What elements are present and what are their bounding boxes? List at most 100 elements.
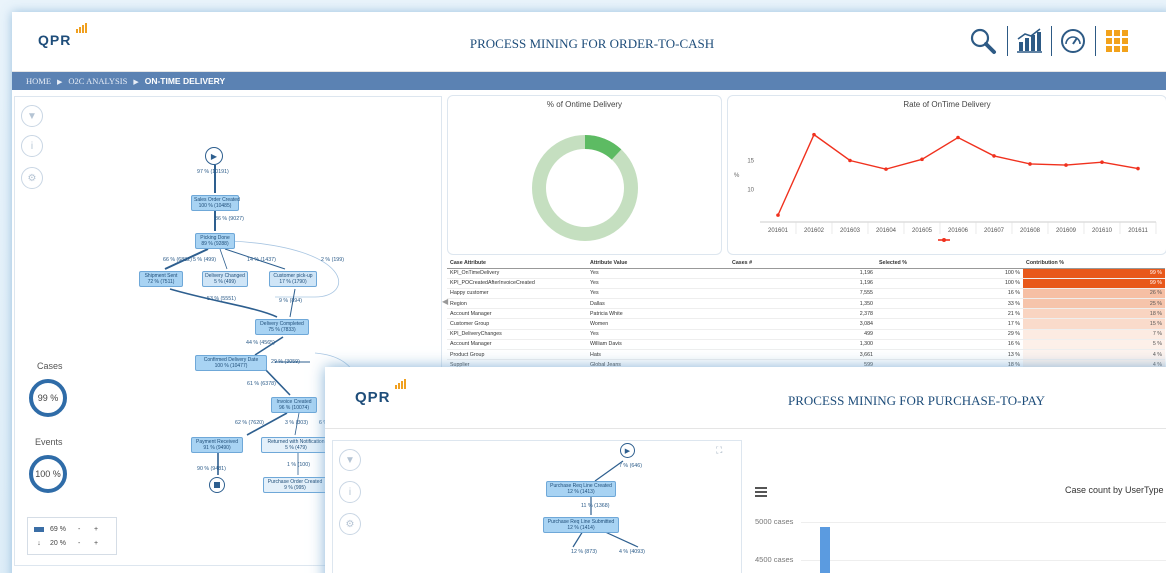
cell-case-attribute: KPI_OnTimeDelivery: [447, 268, 587, 279]
second-app-title: PROCESS MINING FOR PURCHASE-TO-PAY: [788, 393, 1046, 408]
breadcrumb-current: ON-TIME DELIVERY: [144, 76, 226, 86]
node-delivery-completed[interactable]: Delivery Completed 75 % (7833): [255, 319, 309, 335]
col-attribute-value[interactable]: Attribute Value: [587, 259, 729, 269]
line-chart[interactable]: 10 15% 201601 201602 201603 201604 201605 20160…: [728, 106, 1166, 256]
data-point[interactable]: [1100, 160, 1104, 165]
cell-attribute-value: Patricia White: [587, 308, 729, 320]
data-point[interactable]: [848, 158, 852, 163]
col-case-attribute[interactable]: Case Attribute: [447, 259, 587, 269]
start-icon[interactable]: ▶: [620, 443, 635, 458]
node-sales-order-created[interactable]: Sales Order Created 100 % (10485): [191, 195, 240, 211]
breadcrumb-analysis[interactable]: O2C ANALYSIS: [68, 76, 127, 86]
data-point[interactable]: [1136, 166, 1140, 171]
table-row[interactable]: Customer Group Women 3,084 17 % 15 %: [447, 318, 1165, 330]
gauge-icon[interactable]: [1056, 24, 1090, 58]
data-point[interactable]: [776, 213, 780, 217]
table-row[interactable]: Account Manager Patricia White 2,378 21 % 18…: [447, 308, 1165, 320]
table-row[interactable]: Region Dallas 1,350 33 % 25 %: [447, 298, 1165, 310]
menu-icon[interactable]: [755, 487, 767, 497]
x-tick-label: 201609: [1056, 228, 1077, 234]
data-point[interactable]: [884, 167, 888, 171]
chart-icon[interactable]: [1012, 24, 1046, 58]
desktop-collage: QPR PROCESS MINING FOR ORDER-TO-CASH HOM…: [0, 0, 1166, 573]
cell-selected: 100 %: [876, 278, 1023, 289]
node-customer-pick-up[interactable]: Customer pick-up 17 % (1790): [269, 271, 317, 287]
cell-cases: 3,084: [729, 318, 876, 330]
col-selected[interactable]: Selected %: [876, 259, 1023, 269]
node-purchase-req-line-submitted[interactable]: Purchase Req Line Submitted 12 % (1414): [543, 517, 619, 533]
node-invoice-created[interactable]: Invoice Created 96 % (10074): [271, 397, 317, 413]
data-point[interactable]: [920, 157, 924, 162]
cases-value: 99 %: [37, 393, 59, 403]
edge-label: 61 % (6378): [247, 381, 276, 387]
table-row[interactable]: Happy customer Yes 7,555 16 % 26 %: [447, 288, 1165, 300]
edge-label: 53 % (5551): [207, 296, 236, 302]
y-tick-label: 15: [747, 159, 754, 165]
cell-attribute-value: Women: [587, 318, 729, 330]
edge-label: 29 % (3059): [271, 359, 300, 365]
cell-selected: 33 %: [876, 298, 1023, 310]
data-point[interactable]: [812, 132, 816, 137]
edge-label: 7 % (646): [619, 463, 642, 469]
qpr-logo-2[interactable]: QPR: [355, 379, 406, 406]
start-icon[interactable]: ▶: [205, 147, 223, 165]
usertype-bar[interactable]: [820, 527, 830, 573]
donut-slice-late[interactable]: [532, 135, 638, 241]
node-returned-with-notification[interactable]: Returned with Notification 5 % (479): [261, 437, 331, 453]
logo-text: QPR: [355, 389, 391, 406]
cell-selected: 21 %: [876, 308, 1023, 320]
cell-contribution: 99 %: [1023, 268, 1165, 279]
table-row[interactable]: KPI_DeliveryChanges Yes 499 29 % 7 %: [447, 329, 1165, 340]
col-contribution[interactable]: Contribution %: [1023, 259, 1165, 269]
node-shipment-sent[interactable]: Shipment Sent 72 % (7511): [139, 271, 183, 287]
data-point[interactable]: [992, 154, 996, 158]
cell-case-attribute: Region: [447, 298, 587, 310]
search-icon[interactable]: [966, 24, 1000, 58]
activity-plus-button[interactable]: +: [94, 526, 98, 533]
data-point[interactable]: [1064, 163, 1068, 167]
table-row[interactable]: KPI_OnTimeDelivery Yes 1,196 100 % 99 %: [447, 268, 1165, 279]
node-stat: 96 % (10074): [278, 405, 310, 411]
x-tick-label: 201604: [876, 228, 897, 234]
table-row[interactable]: Product Group Hats 3,661 13 % 4 %: [447, 349, 1165, 361]
data-point[interactable]: [1028, 162, 1032, 166]
cell-selected: 100 %: [876, 268, 1023, 279]
x-tick-label: 201611: [1128, 228, 1148, 234]
node-purchase-req-line-created[interactable]: Purchase Req Line Created 12 % (1413): [546, 481, 616, 497]
flow-plus-button[interactable]: +: [94, 540, 98, 547]
legend-marker[interactable]: [942, 238, 946, 242]
node-purchase-order-created[interactable]: Purchase Order Created 9 % (995): [263, 477, 327, 493]
activity-threshold: 69 % - +: [34, 522, 110, 536]
grid-icon[interactable]: [1100, 24, 1134, 58]
series-line: [777, 133, 1139, 216]
threshold-legend: 69 % - + ↓ 20 % - +: [27, 517, 117, 555]
donut-chart[interactable]: [448, 106, 723, 256]
cell-attribute-value: Hats: [587, 349, 729, 361]
cell-contribution: 4 %: [1023, 349, 1165, 361]
table-row[interactable]: Account Manager William Davis 1,300 16 % 5 %: [447, 339, 1165, 351]
breadcrumb: HOME ▶ O2C ANALYSIS ▶ ON-TIME DELIVERY: [12, 72, 1166, 90]
cell-selected: 16 %: [876, 339, 1023, 351]
cell-attribute-value: Yes: [587, 329, 729, 340]
breadcrumb-home[interactable]: HOME: [26, 76, 51, 86]
end-icon[interactable]: [209, 477, 225, 493]
cases-ring: 99 %: [29, 379, 67, 417]
events-label: Events: [35, 437, 63, 447]
node-delivery-changed[interactable]: Delivery Changed 5 % (499): [202, 271, 248, 287]
flow-minus-button[interactable]: -: [78, 540, 88, 547]
cell-contribution: 99 %: [1023, 278, 1165, 289]
cell-cases: 2,378: [729, 308, 876, 320]
gridline: [801, 560, 1166, 561]
table-row[interactable]: KPI_POCreatedAfterInvoiceCreated Yes 1,196…: [447, 278, 1165, 289]
node-payment-received[interactable]: Payment Received 91 % (9490): [191, 437, 243, 453]
second-process-map-panel[interactable]: ▼ i ⚙ ⛶ ▶ 7 % (646) Purchase Req Line Cr…: [332, 440, 742, 573]
node-picking-done[interactable]: Picking Done 89 % (9288): [195, 233, 235, 249]
edge-label: 86 % (9027): [215, 216, 244, 222]
activity-minus-button[interactable]: -: [78, 526, 88, 533]
col-cases[interactable]: Cases #: [729, 259, 876, 269]
node-confirmed-delivery-date[interactable]: Confirmed Delivery Date 100 % (10477): [195, 355, 267, 371]
edge-label: 14 % (1437): [247, 257, 276, 263]
edge-label: 44 % (4565): [246, 340, 275, 346]
data-point[interactable]: [956, 135, 960, 140]
cell-case-attribute: Customer Group: [447, 318, 587, 330]
